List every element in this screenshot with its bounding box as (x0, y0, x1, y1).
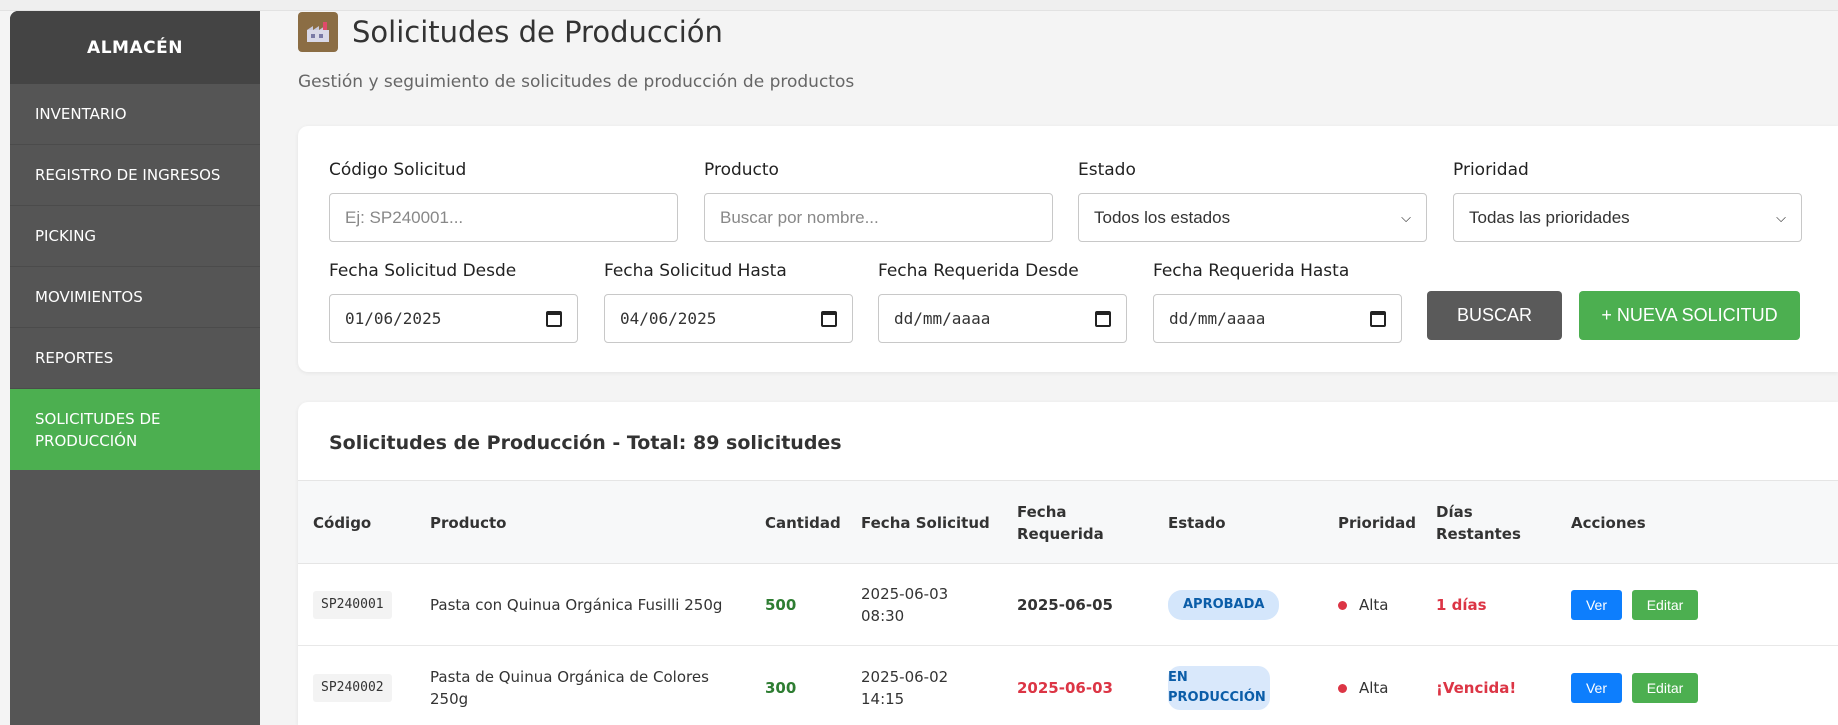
column-header[interactable]: Cantidad (765, 481, 841, 565)
priority-select[interactable]: Todas las prioridades ⌵ (1453, 193, 1802, 242)
days-left: 1 días (1436, 596, 1487, 614)
priority-dot (1338, 600, 1347, 610)
edit-button[interactable]: Editar (1632, 590, 1698, 620)
calendar-icon[interactable] (1095, 310, 1111, 327)
request-code: SP240002 (313, 674, 392, 702)
table-row[interactable]: SP240002 Pasta de Quinua Orgánica de Col… (298, 647, 1838, 725)
product-name: Pasta de Quinua Orgánica de Colores 250g (430, 668, 709, 708)
priority-select-value: Todas las prioridades (1469, 207, 1630, 227)
column-header: Acciones (1571, 514, 1646, 532)
due-to-value: dd/mm/aaaa (1169, 309, 1266, 328)
sidebar-brand: ALMACÉN (10, 11, 260, 84)
due-date: 2025-06-03 (1017, 679, 1113, 697)
column-header[interactable]: Producto (430, 481, 506, 565)
status-select[interactable]: Todos los estados ⌵ (1078, 193, 1427, 242)
priority-text: Alta (1359, 679, 1389, 697)
calendar-icon[interactable] (821, 310, 837, 327)
sidebar-item-picking[interactable]: PICKING (10, 206, 260, 267)
due-from-label: Fecha Requerida Desde (878, 261, 1079, 281)
sidebar-item-solicitudes-produccion[interactable]: SOLICITUDES DE PRODUCCIÓN (10, 389, 260, 470)
browser-top-edge (0, 0, 1838, 11)
calendar-icon[interactable] (546, 310, 562, 327)
status-badge: EN PRODUCCIÓN (1168, 666, 1270, 710)
page-title: Solicitudes de Producción (352, 15, 723, 49)
request-date: 2025-06-02 14:15 (861, 668, 949, 708)
request-from-label: Fecha Solicitud Desde (329, 261, 517, 281)
days-left: ¡Vencida! (1436, 679, 1517, 697)
factory-icon (298, 12, 338, 52)
view-button[interactable]: Ver (1571, 590, 1622, 620)
view-button[interactable]: Ver (1571, 673, 1622, 703)
column-header[interactable]: Prioridad (1338, 481, 1416, 565)
due-from-value: dd/mm/aaaa (894, 309, 991, 328)
product-search-input[interactable]: Buscar por nombre... (704, 193, 1053, 242)
sidebar-item-movimientos[interactable]: MOVIMIENTOS (10, 267, 260, 328)
code-search-input[interactable]: Ej: SP240001... (329, 193, 678, 242)
code-label: Código Solicitud (329, 160, 467, 180)
column-header[interactable]: Fecha Requerida (1017, 481, 1117, 565)
request-from-date-input[interactable]: 01/06/2025 (329, 294, 578, 343)
column-header[interactable]: Días Restantes (1436, 481, 1521, 565)
column-header[interactable]: Código (313, 481, 371, 565)
status-label: Estado (1078, 160, 1136, 180)
sidebar: ALMACÉN INVENTARIO REGISTRO DE INGRESOS … (10, 11, 260, 725)
priority-dot (1338, 683, 1347, 693)
edit-button[interactable]: Editar (1632, 673, 1698, 703)
request-to-date-input[interactable]: 04/06/2025 (604, 294, 853, 343)
table-row[interactable]: SP240001 Pasta con Quinua Orgánica Fusil… (298, 564, 1838, 646)
column-header[interactable]: Estado (1168, 481, 1226, 565)
results-title: Solicitudes de Producción - Total: 89 so… (329, 432, 842, 454)
due-date: 2025-06-05 (1017, 596, 1113, 614)
product-label: Producto (704, 160, 779, 180)
chevron-down-icon: ⌵ (1776, 209, 1786, 225)
calendar-icon[interactable] (1370, 310, 1386, 327)
sidebar-item-reportes[interactable]: REPORTES (10, 328, 260, 389)
request-code: SP240001 (313, 591, 392, 619)
quantity: 300 (765, 679, 797, 697)
results-panel: Solicitudes de Producción - Total: 89 so… (298, 402, 1838, 725)
new-request-button[interactable]: + NUEVA SOLICITUD (1579, 291, 1800, 340)
request-from-value: 01/06/2025 (345, 309, 442, 328)
filters-panel: Código Solicitud Ej: SP240001... Product… (298, 126, 1838, 372)
status-select-value: Todos los estados (1094, 207, 1231, 227)
due-to-date-input[interactable]: dd/mm/aaaa (1153, 294, 1402, 343)
page-header: Solicitudes de Producción Gestión y segu… (298, 12, 854, 92)
status-badge: APROBADA (1168, 590, 1280, 620)
table-header: Código Producto Cantidad Fecha Solicitud… (298, 480, 1838, 564)
request-date: 2025-06-03 08:30 (861, 585, 949, 625)
column-header[interactable]: Fecha Solicitud (861, 481, 990, 565)
due-from-date-input[interactable]: dd/mm/aaaa (878, 294, 1127, 343)
request-to-label: Fecha Solicitud Hasta (604, 261, 787, 281)
product-name: Pasta con Quinua Orgánica Fusilli 250g (430, 596, 723, 614)
sidebar-item-inventario[interactable]: INVENTARIO (10, 84, 260, 145)
quantity: 500 (765, 596, 797, 614)
due-to-label: Fecha Requerida Hasta (1153, 261, 1350, 281)
chevron-down-icon: ⌵ (1401, 209, 1411, 225)
sidebar-item-registro-ingresos[interactable]: REGISTRO DE INGRESOS (10, 145, 260, 206)
priority-label: Prioridad (1453, 160, 1529, 180)
search-button[interactable]: BUSCAR (1427, 291, 1562, 340)
request-to-value: 04/06/2025 (620, 309, 717, 328)
page-subtitle: Gestión y seguimiento de solicitudes de … (298, 72, 855, 92)
priority-text: Alta (1359, 596, 1389, 614)
